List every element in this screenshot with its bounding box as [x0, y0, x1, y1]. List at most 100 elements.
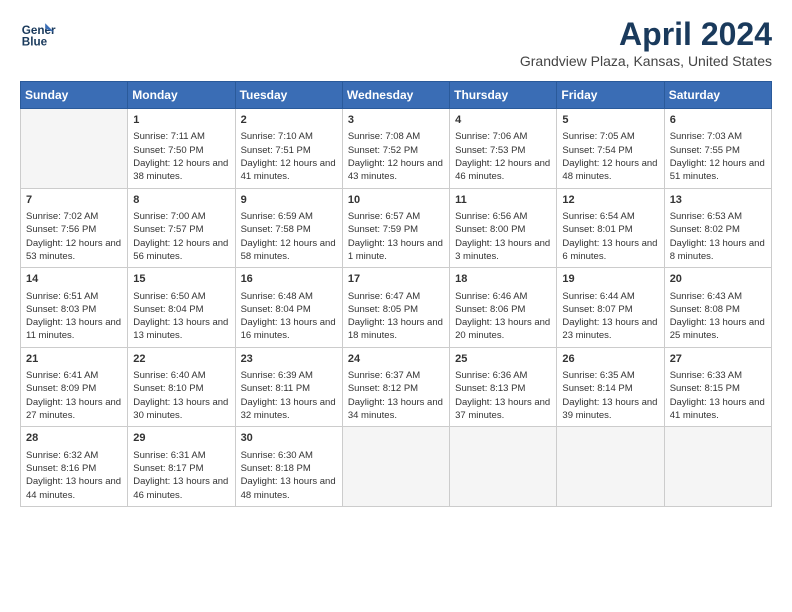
weekday-row: SundayMondayTuesdayWednesdayThursdayFrid…	[21, 82, 772, 109]
day-number: 3	[348, 113, 444, 128]
calendar-cell: 19 Sunrise: 6:44 AMSunset: 8:07 PMDayligh…	[557, 268, 664, 348]
calendar-cell	[664, 427, 771, 507]
calendar-table: SundayMondayTuesdayWednesdayThursdayFrid…	[20, 81, 772, 507]
day-number: 8	[133, 193, 229, 208]
calendar-cell: 11Sunrise: 6:56 AMSunset: 8:00 PMDayligh…	[450, 188, 557, 268]
day-number: 20	[670, 272, 766, 287]
calendar-cell: 8 Sunrise: 7:00 AMSunset: 7:57 PMDaylight…	[128, 188, 235, 268]
day-info: Sunrise: 6:48 AMSunset: 8:04 PMDaylight:…	[241, 290, 337, 343]
day-info: Sunrise: 7:02 AMSunset: 7:56 PMDaylight:…	[26, 210, 122, 263]
day-info: Sunrise: 6:31 AMSunset: 8:17 PMDaylight:…	[133, 449, 229, 502]
calendar-cell: 13 Sunrise: 6:53 AMSunset: 8:02 PMDayligh…	[664, 188, 771, 268]
day-info: Sunrise: 6:47 AMSunset: 8:05 PMDaylight:…	[348, 290, 444, 343]
calendar-cell: 17 Sunrise: 6:47 AMSunset: 8:05 PMDayligh…	[342, 268, 449, 348]
weekday-header: Wednesday	[342, 82, 449, 109]
day-info: Sunrise: 6:56 AMSunset: 8:00 PMDaylight:…	[455, 210, 551, 263]
weekday-header: Tuesday	[235, 82, 342, 109]
calendar-cell: 9Sunrise: 6:59 AMSunset: 7:58 PMDaylight…	[235, 188, 342, 268]
day-info: Sunrise: 7:08 AMSunset: 7:52 PMDaylight:…	[348, 130, 444, 183]
calendar-cell: 12 Sunrise: 6:54 AMSunset: 8:01 PMDayligh…	[557, 188, 664, 268]
day-number: 10	[348, 193, 444, 208]
day-number: 5	[562, 113, 658, 128]
day-info: Sunrise: 6:41 AMSunset: 8:09 PMDaylight:…	[26, 369, 122, 422]
day-info: Sunrise: 7:06 AMSunset: 7:53 PMDaylight:…	[455, 130, 551, 183]
day-number: 28	[26, 431, 122, 446]
calendar-cell: 23 Sunrise: 6:39 AMSunset: 8:11 PMDayligh…	[235, 347, 342, 427]
day-number: 27	[670, 352, 766, 367]
calendar-cell: 4Sunrise: 7:06 AMSunset: 7:53 PMDaylight…	[450, 109, 557, 189]
day-number: 22	[133, 352, 229, 367]
day-info: Sunrise: 6:50 AMSunset: 8:04 PMDaylight:…	[133, 290, 229, 343]
day-info: Sunrise: 7:11 AMSunset: 7:50 PMDaylight:…	[133, 130, 229, 183]
calendar-cell: 20 Sunrise: 6:43 AMSunset: 8:08 PMDayligh…	[664, 268, 771, 348]
day-number: 21	[26, 352, 122, 367]
calendar-cell: 27Sunrise: 6:33 AMSunset: 8:15 PMDayligh…	[664, 347, 771, 427]
calendar-week-row: 14 Sunrise: 6:51 AMSunset: 8:03 PMDayligh…	[21, 268, 772, 348]
calendar-week-row: 21 Sunrise: 6:41 AMSunset: 8:09 PMDayligh…	[21, 347, 772, 427]
day-number: 6	[670, 113, 766, 128]
calendar-cell: 14 Sunrise: 6:51 AMSunset: 8:03 PMDayligh…	[21, 268, 128, 348]
day-number: 13	[670, 193, 766, 208]
day-number: 17	[348, 272, 444, 287]
day-info: Sunrise: 6:53 AMSunset: 8:02 PMDaylight:…	[670, 210, 766, 263]
day-info: Sunrise: 6:51 AMSunset: 8:03 PMDaylight:…	[26, 290, 122, 343]
day-number: 14	[26, 272, 122, 287]
svg-text:Blue: Blue	[22, 36, 48, 49]
page-header: General Blue April 2024 Grandview Plaza,…	[20, 16, 772, 69]
weekday-header: Thursday	[450, 82, 557, 109]
calendar-cell	[342, 427, 449, 507]
calendar-cell: 21 Sunrise: 6:41 AMSunset: 8:09 PMDayligh…	[21, 347, 128, 427]
day-number: 19	[562, 272, 658, 287]
calendar-week-row: 1 Sunrise: 7:11 AMSunset: 7:50 PMDaylight…	[21, 109, 772, 189]
calendar-cell: 7Sunrise: 7:02 AMSunset: 7:56 PMDaylight…	[21, 188, 128, 268]
calendar-cell: 10 Sunrise: 6:57 AMSunset: 7:59 PMDayligh…	[342, 188, 449, 268]
calendar-body: 1 Sunrise: 7:11 AMSunset: 7:50 PMDaylight…	[21, 109, 772, 507]
calendar-cell: 22 Sunrise: 6:40 AMSunset: 8:10 PMDayligh…	[128, 347, 235, 427]
day-info: Sunrise: 6:59 AMSunset: 7:58 PMDaylight:…	[241, 210, 337, 263]
day-number: 12	[562, 193, 658, 208]
day-number: 1	[133, 113, 229, 128]
calendar-cell: 1 Sunrise: 7:11 AMSunset: 7:50 PMDaylight…	[128, 109, 235, 189]
weekday-header: Sunday	[21, 82, 128, 109]
day-info: Sunrise: 7:05 AMSunset: 7:54 PMDaylight:…	[562, 130, 658, 183]
day-info: Sunrise: 6:30 AMSunset: 8:18 PMDaylight:…	[241, 449, 337, 502]
calendar-title: April 2024	[520, 16, 772, 53]
day-number: 23	[241, 352, 337, 367]
calendar-cell	[450, 427, 557, 507]
calendar-cell: 18Sunrise: 6:46 AMSunset: 8:06 PMDayligh…	[450, 268, 557, 348]
day-info: Sunrise: 6:36 AMSunset: 8:13 PMDaylight:…	[455, 369, 551, 422]
logo-icon: General Blue	[20, 16, 56, 52]
day-info: Sunrise: 6:37 AMSunset: 8:12 PMDaylight:…	[348, 369, 444, 422]
calendar-week-row: 7Sunrise: 7:02 AMSunset: 7:56 PMDaylight…	[21, 188, 772, 268]
calendar-cell: 25Sunrise: 6:36 AMSunset: 8:13 PMDayligh…	[450, 347, 557, 427]
day-info: Sunrise: 6:54 AMSunset: 8:01 PMDaylight:…	[562, 210, 658, 263]
calendar-cell: 3 Sunrise: 7:08 AMSunset: 7:52 PMDaylight…	[342, 109, 449, 189]
day-info: Sunrise: 6:44 AMSunset: 8:07 PMDaylight:…	[562, 290, 658, 343]
calendar-cell: 24Sunrise: 6:37 AMSunset: 8:12 PMDayligh…	[342, 347, 449, 427]
day-number: 16	[241, 272, 337, 287]
day-info: Sunrise: 6:46 AMSunset: 8:06 PMDaylight:…	[455, 290, 551, 343]
calendar-cell: 15 Sunrise: 6:50 AMSunset: 8:04 PMDayligh…	[128, 268, 235, 348]
day-info: Sunrise: 7:00 AMSunset: 7:57 PMDaylight:…	[133, 210, 229, 263]
calendar-header: SundayMondayTuesdayWednesdayThursdayFrid…	[21, 82, 772, 109]
calendar-cell	[21, 109, 128, 189]
day-number: 15	[133, 272, 229, 287]
calendar-cell: 29 Sunrise: 6:31 AMSunset: 8:17 PMDayligh…	[128, 427, 235, 507]
logo: General Blue	[20, 16, 56, 52]
weekday-header: Friday	[557, 82, 664, 109]
day-info: Sunrise: 6:43 AMSunset: 8:08 PMDaylight:…	[670, 290, 766, 343]
day-info: Sunrise: 7:03 AMSunset: 7:55 PMDaylight:…	[670, 130, 766, 183]
calendar-cell: 6 Sunrise: 7:03 AMSunset: 7:55 PMDaylight…	[664, 109, 771, 189]
calendar-cell: 28Sunrise: 6:32 AMSunset: 8:16 PMDayligh…	[21, 427, 128, 507]
calendar-subtitle: Grandview Plaza, Kansas, United States	[520, 53, 772, 69]
title-block: April 2024 Grandview Plaza, Kansas, Unit…	[520, 16, 772, 69]
day-info: Sunrise: 6:40 AMSunset: 8:10 PMDaylight:…	[133, 369, 229, 422]
calendar-cell: 16 Sunrise: 6:48 AMSunset: 8:04 PMDayligh…	[235, 268, 342, 348]
day-info: Sunrise: 6:39 AMSunset: 8:11 PMDaylight:…	[241, 369, 337, 422]
day-info: Sunrise: 6:57 AMSunset: 7:59 PMDaylight:…	[348, 210, 444, 263]
day-info: Sunrise: 7:10 AMSunset: 7:51 PMDaylight:…	[241, 130, 337, 183]
calendar-cell: 30Sunrise: 6:30 AMSunset: 8:18 PMDayligh…	[235, 427, 342, 507]
day-number: 29	[133, 431, 229, 446]
day-number: 26	[562, 352, 658, 367]
calendar-week-row: 28Sunrise: 6:32 AMSunset: 8:16 PMDayligh…	[21, 427, 772, 507]
